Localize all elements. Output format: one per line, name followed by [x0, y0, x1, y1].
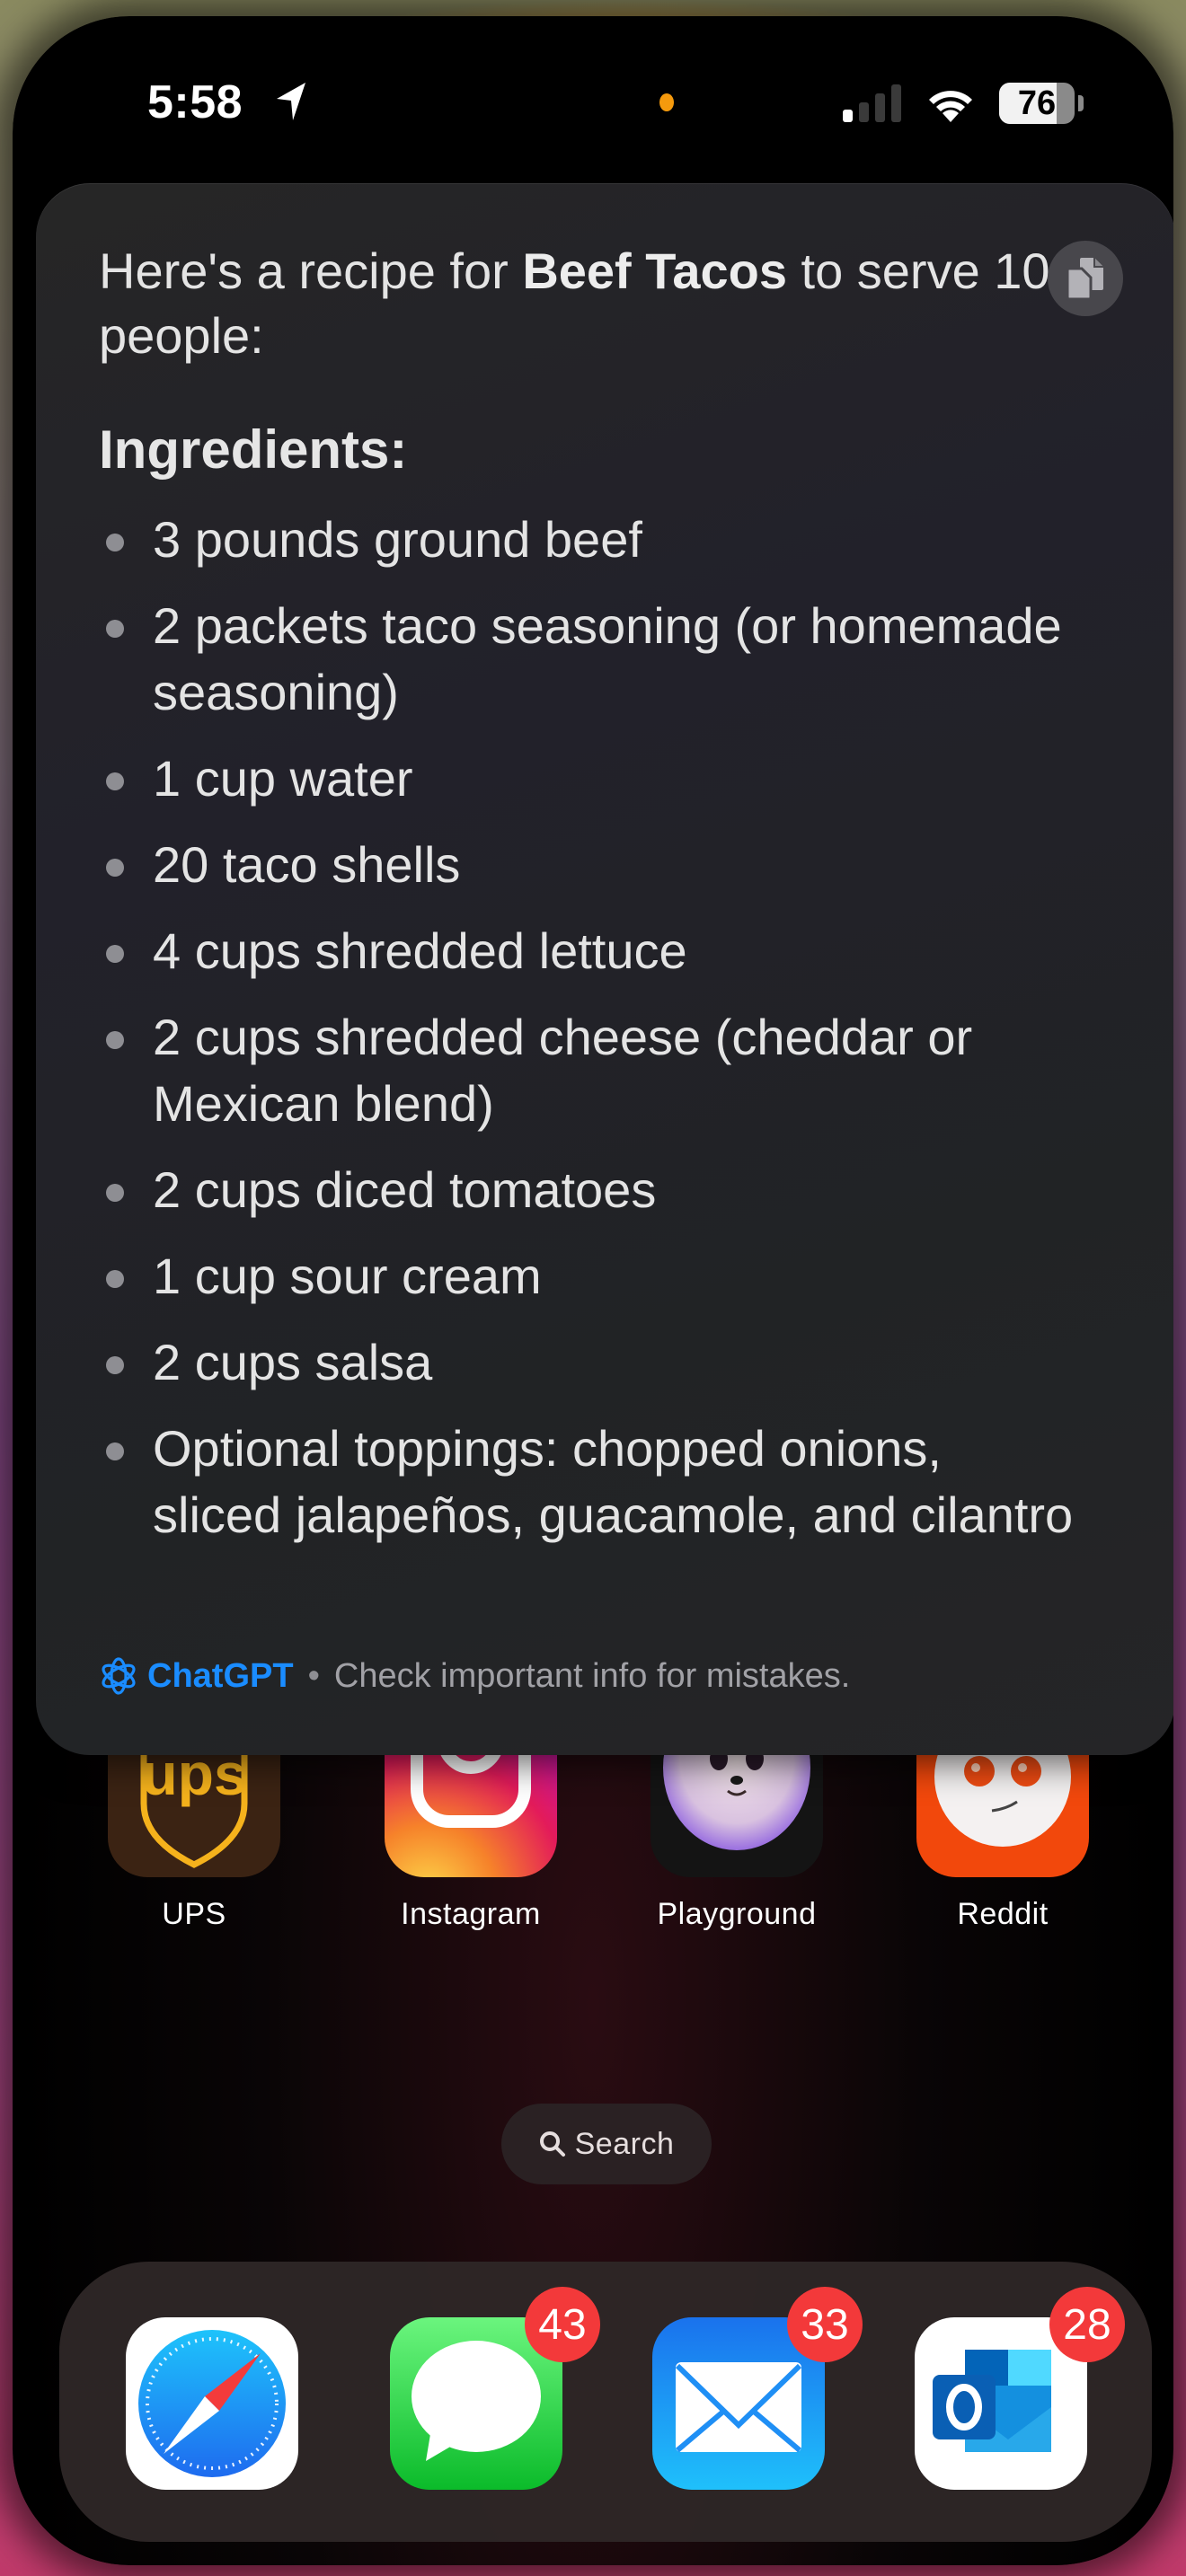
messages-badge: 43 [525, 2287, 600, 2362]
ingredient-text: 1 cup sour cream [153, 1248, 542, 1304]
disclaimer-text: Check important info for mistakes. [333, 1656, 851, 1695]
ingredient-item: Optional toppings: chopped onions, slice… [99, 1416, 1078, 1548]
battery-percent: 76 [1017, 84, 1057, 122]
ingredient-item: 2 packets taco seasoning (or homemade se… [99, 593, 1078, 726]
ingredient-text: 2 packets taco seasoning (or homemade se… [153, 597, 1062, 720]
chatgpt-brand-link[interactable]: ChatGPT [147, 1657, 294, 1696]
copy-button[interactable] [1048, 241, 1123, 316]
response-footer: ChatGPT • Check important info for mista… [99, 1656, 850, 1696]
ingredient-text: 3 pounds ground beef [153, 511, 642, 568]
ingredient-item: 2 cups shredded cheese (cheddar or Mexic… [99, 1004, 1078, 1137]
ingredient-text: 2 cups diced tomatoes [153, 1161, 657, 1218]
app-label: UPS [162, 1897, 226, 1931]
search-icon [539, 2131, 565, 2157]
ingredient-item: 2 cups diced tomatoes [99, 1157, 1078, 1223]
response-intro: Here's a recipe for Beef Tacos to serve … [99, 239, 1051, 368]
battery-indicator: 76 [999, 83, 1075, 124]
ingredient-item: 2 cups salsa [99, 1329, 1078, 1396]
footer-separator: • [307, 1656, 320, 1695]
chatgpt-logo-icon [102, 1657, 136, 1695]
ingredient-item: 20 taco shells [99, 832, 1078, 898]
dock-app-mail[interactable]: 33 [652, 2287, 863, 2490]
app-label: Reddit [957, 1897, 1049, 1931]
cellular-signal-icon [843, 84, 901, 122]
privacy-indicator-dot [659, 93, 674, 111]
battery-nub [1078, 95, 1084, 111]
location-arrow-icon [277, 83, 305, 120]
intro-text: Here's a recipe for [99, 243, 523, 299]
ingredient-text: 4 cups shredded lettuce [153, 922, 687, 979]
status-time: 5:58 [147, 76, 243, 128]
ingredients-list: 3 pounds ground beef 2 packets taco seaso… [99, 507, 1078, 1568]
dynamic-island [426, 38, 767, 160]
ingredient-item: 4 cups shredded lettuce [99, 918, 1078, 984]
dock-app-messages[interactable]: 43 [390, 2287, 600, 2490]
dock: 43 33 28 [59, 2262, 1152, 2542]
safari-icon [126, 2317, 298, 2490]
chatgpt-response-card: Here's a recipe for Beef Tacos to serve … [36, 183, 1173, 1755]
search-label: Search [574, 2126, 675, 2161]
ingredient-item: 3 pounds ground beef [99, 507, 1078, 573]
app-label: Playground [657, 1897, 817, 1931]
ingredients-heading: Ingredients: [99, 419, 408, 480]
outlook-badge: 28 [1049, 2287, 1125, 2362]
ingredient-text: Optional toppings: chopped onions, slice… [153, 1420, 1074, 1543]
copy-icon [1066, 258, 1103, 301]
dock-app-safari[interactable] [126, 2317, 298, 2490]
ingredient-text: 1 cup water [153, 750, 413, 807]
ingredient-item: 1 cup sour cream [99, 1243, 1078, 1310]
ingredient-text: 2 cups salsa [153, 1334, 433, 1390]
ingredient-text: 20 taco shells [153, 836, 461, 893]
wifi-icon [929, 91, 972, 122]
home-screen: 5:58 76 ups UPS Instagram Playground Red… [13, 16, 1173, 2565]
ingredient-text: 2 cups shredded cheese (cheddar or Mexic… [153, 1009, 973, 1132]
spotlight-search-button[interactable]: Search [501, 2104, 712, 2184]
ingredient-item: 1 cup water [99, 745, 1078, 812]
recipe-name: Beef Tacos [522, 243, 787, 299]
dock-app-outlook[interactable]: 28 [915, 2287, 1125, 2490]
mail-badge: 33 [787, 2287, 863, 2362]
app-label: Instagram [401, 1897, 541, 1931]
